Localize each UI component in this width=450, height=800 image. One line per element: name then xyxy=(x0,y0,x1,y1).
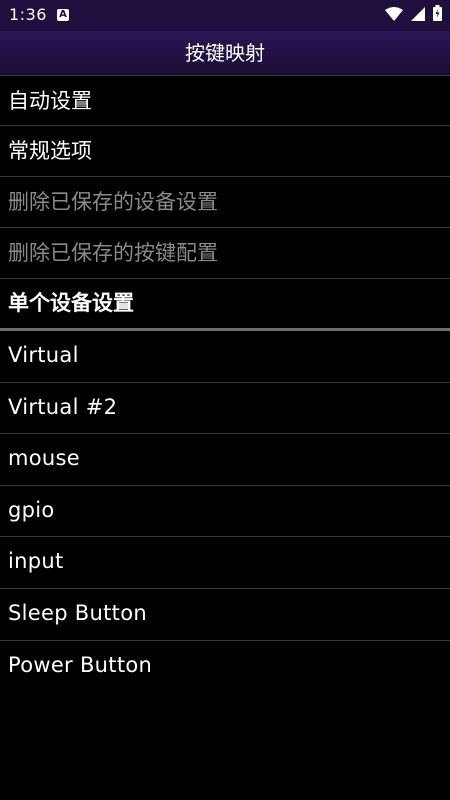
device-label: input xyxy=(8,549,64,574)
device-label: gpio xyxy=(8,497,55,522)
section-header-devices: 单个设备设置 xyxy=(0,279,450,331)
screen: 1:36 A 按键映射 自动设置 常规选项 删除已保存的设备设置 删除已保存的按… xyxy=(0,0,450,800)
menu-item-label: 自动设置 xyxy=(8,89,92,113)
device-label: Virtual xyxy=(8,343,79,367)
device-label: Virtual #2 xyxy=(8,394,118,419)
notification-icon: A xyxy=(57,9,69,21)
device-item-sleep-button[interactable]: Sleep Button xyxy=(0,589,450,641)
menu-item-label: 常规选项 xyxy=(8,139,92,163)
menu-item-delete-device-settings: 删除已保存的设备设置 xyxy=(0,177,450,228)
menu-item-label: 删除已保存的按键配置 xyxy=(8,241,218,265)
status-icons xyxy=(385,5,442,25)
device-label: mouse xyxy=(8,446,80,471)
device-item-virtual-2[interactable]: Virtual #2 xyxy=(0,383,450,435)
section-header-label: 单个设备设置 xyxy=(8,291,134,315)
app-bar: 按键映射 xyxy=(0,31,450,75)
device-item-input[interactable]: input xyxy=(0,537,450,589)
status-bar: 1:36 A xyxy=(0,0,450,31)
settings-list: 自动设置 常规选项 删除已保存的设备设置 删除已保存的按键配置 单个设备设置 V… xyxy=(0,75,450,692)
device-item-power-button[interactable]: Power Button xyxy=(0,641,450,693)
device-label: Sleep Button xyxy=(8,600,147,625)
menu-item-auto-setup[interactable]: 自动设置 xyxy=(0,75,450,126)
signal-icon xyxy=(411,6,425,25)
page-title: 按键映射 xyxy=(185,41,265,65)
device-item-virtual[interactable]: Virtual xyxy=(0,331,450,383)
wifi-icon xyxy=(385,6,403,25)
menu-item-general-options[interactable]: 常规选项 xyxy=(0,126,450,177)
device-item-mouse[interactable]: mouse xyxy=(0,434,450,486)
device-item-gpio[interactable]: gpio xyxy=(0,486,450,538)
menu-item-label: 删除已保存的设备设置 xyxy=(8,190,218,214)
status-time: 1:36 xyxy=(9,5,47,24)
device-label: Power Button xyxy=(8,652,153,677)
battery-icon xyxy=(433,5,442,25)
menu-item-delete-key-config: 删除已保存的按键配置 xyxy=(0,228,450,279)
